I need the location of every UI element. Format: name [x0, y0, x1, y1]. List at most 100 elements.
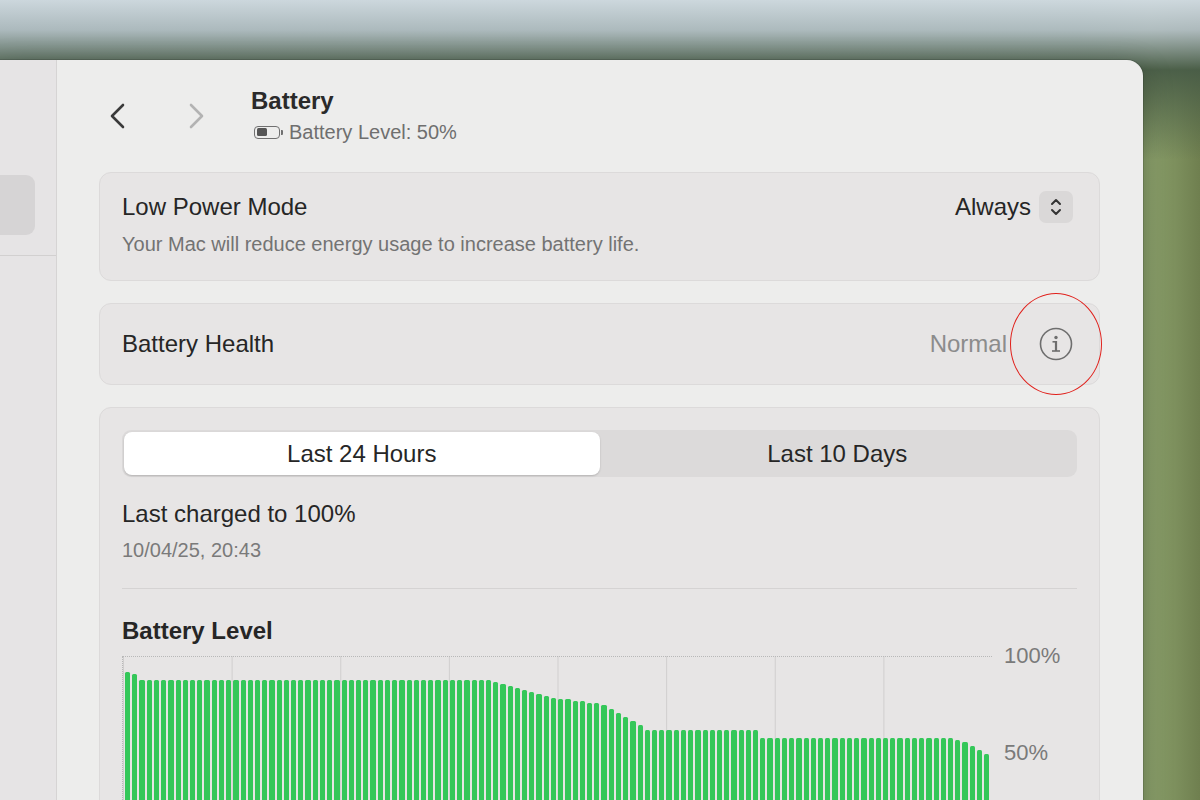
chart-bar [818, 738, 823, 800]
low-power-mode-card: Low Power Mode Always Your Mac will reduce… [99, 172, 1100, 281]
title-block: Battery Battery Level: 50% [251, 86, 457, 145]
back-button[interactable] [107, 101, 127, 131]
chart-bar [183, 680, 188, 800]
range-tab[interactable]: Last 10 Days [600, 432, 1076, 475]
chart-bar [825, 738, 830, 800]
chart-bar [688, 730, 693, 800]
chart-bar [212, 680, 217, 800]
chart-bar [789, 738, 794, 800]
chart-bar [190, 680, 195, 800]
chart-bar [594, 703, 599, 800]
chart-bar [630, 721, 635, 800]
chart-bar [370, 680, 375, 800]
range-tab[interactable]: Last 24 Hours [124, 432, 600, 475]
usage-card: Last 24 HoursLast 10 Days Last charged to… [99, 407, 1100, 800]
chart-bar [645, 730, 650, 800]
chart-bar [977, 750, 982, 800]
chart-bar [710, 730, 715, 800]
chart-bar [659, 730, 664, 800]
chart-bar [804, 738, 809, 800]
chart-bar [638, 725, 643, 800]
chart-bar [970, 746, 975, 800]
chart-bar [248, 680, 253, 800]
chart-bar [356, 680, 361, 800]
chart-bar [399, 680, 404, 800]
chart-bar [277, 680, 282, 800]
chart-bar [832, 738, 837, 800]
chart-bar [529, 692, 534, 800]
low-power-mode-description: Your Mac will reduce energy usage to inc… [122, 231, 1073, 257]
divider [122, 588, 1077, 589]
chart-bar [233, 680, 238, 800]
chart-bar [544, 696, 549, 800]
desktop-wallpaper: Battery Battery Level: 50% Low Power Mode A… [0, 0, 1200, 800]
chart-bar [681, 730, 686, 800]
chart-bar [948, 738, 953, 800]
chart-bar [760, 738, 765, 800]
highlight-circle [1010, 293, 1102, 395]
chart-bar [796, 738, 801, 800]
chart-bar [674, 730, 679, 800]
chart-bar [926, 738, 931, 800]
chart-bar [515, 688, 520, 800]
chart-bar [746, 730, 751, 800]
toolbar: Battery Battery Level: 50% [99, 60, 1100, 145]
chart-bar [883, 738, 888, 800]
forward-button[interactable] [187, 101, 207, 131]
chart-bar [327, 680, 332, 800]
chart-bar [435, 680, 440, 800]
chart-bar [703, 730, 708, 800]
chart-bar [176, 680, 181, 800]
chart-bar [472, 680, 477, 800]
info-icon[interactable] [1039, 327, 1073, 361]
chart-bar [934, 738, 939, 800]
y-tick: 100% [1004, 643, 1060, 669]
chart-bar [919, 738, 924, 800]
chart-bar [269, 680, 274, 800]
chart-bar [349, 680, 354, 800]
chart-bar [984, 754, 989, 800]
chart-bar [443, 680, 448, 800]
chart-bar [147, 680, 152, 800]
chart-bar [912, 738, 917, 800]
chart-bar [500, 684, 505, 800]
chart-bar [652, 730, 657, 800]
chart-bar [609, 709, 614, 800]
chart-bar [775, 738, 780, 800]
chart-bar [847, 738, 852, 800]
chart-bar [861, 738, 866, 800]
chart-bar [601, 705, 606, 800]
low-power-mode-label: Low Power Mode [122, 192, 307, 222]
chart-bar [724, 730, 729, 800]
chart-bar [464, 680, 469, 800]
last-charged-label: Last charged to 100% [122, 499, 1077, 529]
last-charged-time: 10/04/25, 20:43 [122, 537, 1077, 563]
chart-bar [493, 682, 498, 800]
chart-bar [342, 680, 347, 800]
chart-bar [421, 680, 426, 800]
sidebar-item[interactable] [0, 175, 35, 235]
chart-bar [962, 742, 967, 800]
low-power-mode-popup[interactable]: Always [955, 191, 1073, 223]
chart-bar [334, 680, 339, 800]
chart-bar [226, 680, 231, 800]
chart-bar [573, 701, 578, 800]
chevron-right-icon [187, 101, 207, 131]
chart-bar [739, 730, 744, 800]
battery-pane: Battery Battery Level: 50% Low Power Mode A… [57, 60, 1143, 800]
chart-bar [450, 680, 455, 800]
chart-bar [262, 680, 267, 800]
chart-bar [298, 680, 303, 800]
battery-health-value: Normal [930, 329, 1007, 359]
chart-bar [219, 680, 224, 800]
window-title: Battery [251, 86, 457, 116]
chart-bar [565, 699, 570, 800]
chart-bar [428, 680, 433, 800]
chart-bar [407, 680, 412, 800]
battery-level-subtitle: Battery Level: 50% [251, 119, 457, 145]
chart-bar [580, 701, 585, 800]
y-tick: 50% [1004, 740, 1048, 766]
chart-bar [414, 680, 419, 800]
chart-bar [392, 680, 397, 800]
settings-window: Battery Battery Level: 50% Low Power Mode A… [0, 60, 1143, 800]
